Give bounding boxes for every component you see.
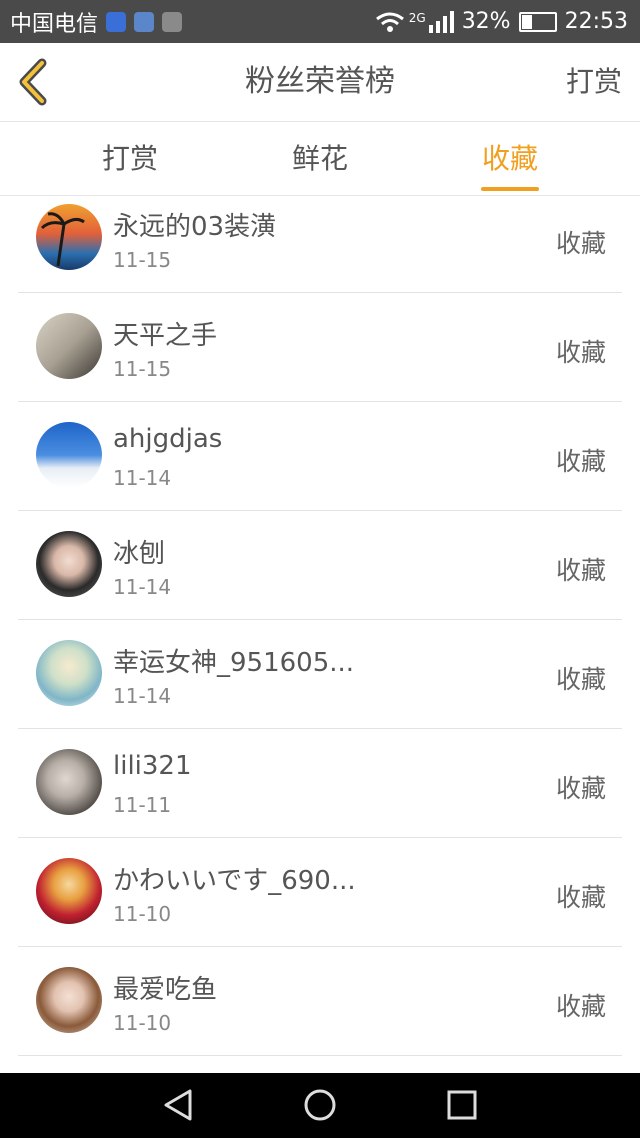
list-item[interactable]	[18, 1056, 622, 1073]
image-notification-icon	[162, 11, 183, 32]
list-item[interactable]: 幸运女神_951605... 11-14 收藏	[18, 620, 622, 729]
active-tab-indicator	[481, 187, 539, 191]
back-arrow-icon[interactable]	[16, 57, 50, 107]
action-label: 收藏	[555, 447, 606, 476]
date-label: 11-10	[113, 902, 172, 926]
tab-flowers[interactable]: 鲜花	[260, 122, 380, 195]
home-circle-icon[interactable]	[302, 1087, 338, 1123]
action-label: 收藏	[555, 883, 606, 912]
carrier-label: 中国电信	[10, 11, 99, 37]
signal-icon	[428, 10, 454, 33]
battery-percent: 32%	[461, 9, 511, 34]
list-item[interactable]: lili321 11-11 收藏	[18, 729, 622, 838]
action-label: 收藏	[555, 665, 606, 694]
user-name: 最爱吃鱼	[113, 975, 218, 1005]
list-item[interactable]: 最爱吃鱼 11-10 收藏	[18, 947, 622, 1056]
status-bar: 中国电信 2G 32% 22:53	[0, 0, 640, 43]
recents-square-icon[interactable]	[444, 1087, 480, 1123]
user-name: 幸运女神_951605...	[113, 648, 355, 678]
user-name: 天平之手	[113, 321, 218, 351]
tab-label: 打赏	[101, 142, 158, 175]
list-item[interactable]: 永远的03装潢 11-15 收藏	[18, 196, 622, 293]
action-label: 收藏	[555, 774, 606, 803]
date-label: 11-14	[113, 684, 172, 708]
list-item[interactable]: 天平之手 11-15 收藏	[18, 293, 622, 402]
list-item[interactable]: ahjgdjas 11-14 收藏	[18, 402, 622, 511]
user-name: 冰刨	[113, 539, 166, 569]
avatar	[36, 858, 102, 924]
date-label: 11-10	[113, 1011, 172, 1035]
network-type-label: 2G	[408, 11, 426, 25]
avatar	[36, 313, 102, 379]
date-label: 11-14	[113, 575, 172, 599]
action-label: 收藏	[555, 338, 606, 367]
fan-list[interactable]: 永远的03装潢 11-15 收藏 天平之手 11-15 收藏 ahjgdjas …	[0, 196, 640, 1073]
tab-label: 鲜花	[291, 142, 348, 175]
avatar	[36, 640, 102, 706]
app-notification-icon	[134, 11, 155, 32]
tab-bar: 打赏 鲜花 收藏	[0, 122, 640, 196]
user-name: 永远的03装潢	[113, 212, 277, 242]
clock: 22:53	[564, 9, 628, 34]
wifi-icon	[375, 12, 404, 32]
avatar	[36, 749, 102, 815]
date-label: 11-15	[113, 248, 172, 272]
action-label: 收藏	[555, 556, 606, 585]
avatar	[36, 204, 102, 270]
tab-reward[interactable]: 打赏	[70, 122, 190, 195]
date-label: 11-14	[113, 466, 172, 490]
user-name: lili321	[113, 751, 192, 781]
list-item[interactable]: かわいいです_690... 11-10 收藏	[18, 838, 622, 947]
header: 粉丝荣誉榜 打赏	[0, 43, 640, 122]
list-item[interactable]: 冰刨 11-14 收藏	[18, 511, 622, 620]
page-title: 粉丝荣誉榜	[245, 64, 395, 99]
battery-icon	[518, 11, 557, 32]
date-label: 11-11	[113, 793, 172, 817]
back-triangle-icon[interactable]	[160, 1087, 196, 1123]
user-name: ahjgdjas	[113, 424, 223, 454]
action-label: 收藏	[555, 229, 606, 258]
avatar	[36, 422, 102, 488]
shield-icon	[106, 11, 127, 32]
avatar	[36, 967, 102, 1033]
tab-label: 收藏	[481, 142, 538, 175]
system-nav-bar	[0, 1073, 640, 1138]
user-name: かわいいです_690...	[113, 866, 356, 896]
tab-favorites[interactable]: 收藏	[450, 122, 570, 195]
date-label: 11-15	[113, 357, 172, 381]
avatar	[36, 531, 102, 597]
action-label: 收藏	[555, 992, 606, 1021]
reward-button[interactable]: 打赏	[566, 43, 622, 121]
